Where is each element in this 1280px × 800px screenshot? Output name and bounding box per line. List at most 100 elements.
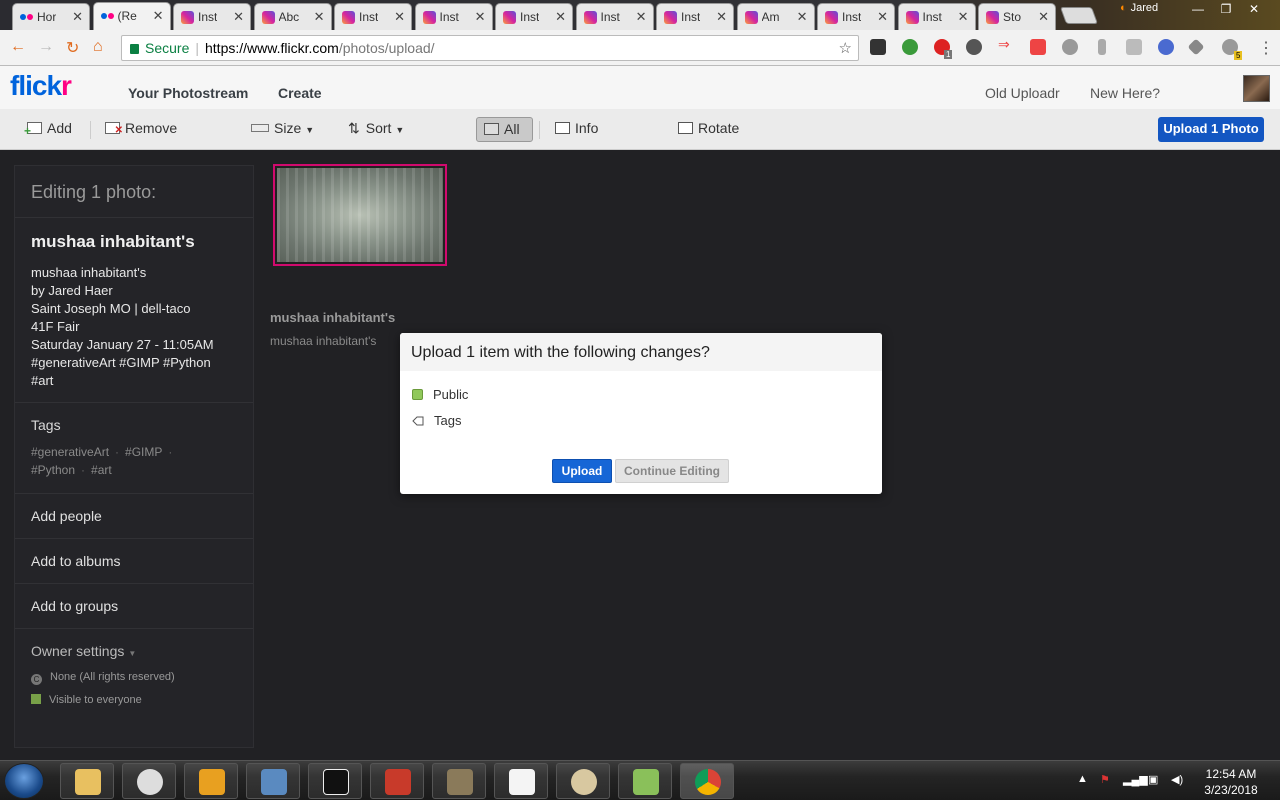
close-tab-icon[interactable]: ✕ (555, 9, 566, 25)
tags-section[interactable]: Tags #generativeArt · #GIMP · #Python · #art (15, 403, 253, 494)
extension-dark-icon[interactable] (870, 39, 886, 55)
chrome-menu-icon[interactable]: ⋮ (1258, 38, 1274, 58)
close-tab-icon[interactable]: ✕ (153, 8, 164, 24)
show-hidden-icons[interactable]: ▲ (1077, 773, 1088, 785)
browser-tab[interactable]: Inst ✕ (334, 3, 412, 30)
browser-tab[interactable]: Sto ✕ (978, 3, 1056, 30)
back-arrow-icon[interactable]: ← (10, 38, 26, 56)
select-all-button[interactable]: All (476, 117, 533, 142)
continue-editing-button[interactable]: Continue Editing (615, 459, 729, 483)
new-tab-button[interactable] (1059, 7, 1099, 24)
add-button[interactable]: + Add (24, 120, 72, 137)
extension-globe-icon[interactable] (1158, 39, 1174, 55)
close-tab-icon[interactable]: ✕ (958, 9, 969, 25)
browser-tab[interactable]: Inst ✕ (495, 3, 573, 30)
nav-create[interactable]: Create (278, 85, 322, 101)
browser-tab[interactable]: Inst ✕ (656, 3, 734, 30)
photo-tile-selected[interactable] (273, 164, 447, 266)
license-setting[interactable]: C None (All rights reserved) (31, 671, 237, 685)
nav-your-photostream[interactable]: Your Photostream (128, 85, 248, 101)
info-button[interactable]: Info (555, 120, 598, 136)
browser-tab[interactable]: (Re ✕ (92, 2, 171, 30)
taskbar-chrome[interactable] (680, 763, 734, 799)
microphone-icon[interactable] (1098, 39, 1106, 55)
photo-title-field[interactable]: mushaa inhabitant's (31, 232, 237, 252)
taskbar-file-explorer[interactable] (60, 763, 114, 799)
forward-arrow-icon[interactable]: → (38, 38, 54, 56)
extension-screen-icon[interactable] (1126, 39, 1142, 55)
taskbar-app-truck[interactable] (370, 763, 424, 799)
remove-button[interactable]: ✕ Remove (105, 120, 177, 136)
close-tab-icon[interactable]: ✕ (716, 9, 727, 25)
photo-details[interactable]: mushaa inhabitant's mushaa inhabitant's … (15, 218, 253, 403)
tag-item[interactable]: #generativeArt (31, 445, 109, 459)
close-window-button[interactable]: ✕ (1240, 0, 1268, 20)
close-tab-icon[interactable]: ✕ (394, 9, 405, 25)
owner-settings[interactable]: Owner settings ▼ C None (All rights reserv… (15, 629, 253, 729)
flickr-logo[interactable]: flickr (10, 70, 72, 102)
taskbar-app-terminal[interactable] (308, 763, 362, 799)
tag-item[interactable]: #GIMP (125, 445, 162, 459)
bookmark-star-icon[interactable]: ☆ (839, 39, 852, 57)
taskbar-ipython[interactable] (494, 763, 548, 799)
system-clock[interactable]: 12:54 AM 3/23/2018 (1200, 766, 1262, 798)
extension-search-icon[interactable] (966, 39, 982, 55)
extension-s-icon[interactable] (1030, 39, 1046, 55)
close-tab-icon[interactable]: ✕ (72, 9, 83, 25)
browser-tab[interactable]: Inst ✕ (575, 3, 654, 30)
taskbar-notepadpp[interactable] (618, 763, 672, 799)
add-to-groups-link[interactable]: Add to groups (15, 584, 253, 629)
volume-icon[interactable]: ◀) (1171, 773, 1183, 786)
browser-tab[interactable]: Inst ✕ (173, 3, 251, 30)
browser-tab[interactable]: Hor ✕ (12, 3, 90, 30)
power-icon[interactable]: ▣ (1148, 773, 1158, 786)
avatar[interactable] (1243, 75, 1270, 102)
rotate-button[interactable]: Rotate (678, 120, 739, 136)
minimize-window-button[interactable]: — (1184, 0, 1212, 20)
action-center-flag-icon[interactable]: ⚑ (1100, 773, 1110, 786)
close-tab-icon[interactable]: ✕ (797, 9, 808, 25)
photo-tile-description[interactable]: mushaa inhabitant's (270, 334, 376, 348)
photo-tile-title[interactable]: mushaa inhabitant's (270, 310, 395, 325)
add-people-link[interactable]: Add people (15, 494, 253, 539)
close-tab-icon[interactable]: ✕ (233, 9, 244, 25)
confirm-upload-button[interactable]: Upload (552, 459, 612, 483)
browser-tab[interactable]: Am ✕ (736, 3, 815, 30)
restore-window-button[interactable]: ❐ (1212, 0, 1240, 20)
nav-new-here[interactable]: New Here? (1090, 85, 1160, 101)
signal-icon[interactable]: ▂▄▆ (1123, 773, 1148, 786)
extension-green-icon[interactable] (902, 39, 918, 55)
browser-tab[interactable]: Inst ✕ (897, 3, 976, 30)
photo-description-field[interactable]: mushaa inhabitant's by Jared Haer Saint … (31, 264, 237, 390)
close-tab-icon[interactable]: ✕ (877, 9, 888, 25)
profile-chip[interactable]: ◐ Jared (1120, 2, 1158, 14)
extension-arrow-icon[interactable]: ⇒ (998, 36, 1014, 52)
photo-thumbnail[interactable] (277, 168, 443, 262)
size-dropdown[interactable]: Size ▼ (251, 120, 314, 136)
reload-icon[interactable]: ↻ (66, 38, 79, 58)
taskbar-paint[interactable] (556, 763, 610, 799)
close-tab-icon[interactable]: ✕ (636, 9, 647, 25)
extension-grey-icon[interactable] (1062, 39, 1078, 55)
address-bar[interactable]: Secure | https://www.flickr.com/photos/upl… (121, 35, 859, 61)
taskbar-app-tree[interactable] (122, 763, 176, 799)
taskbar-gimp[interactable] (432, 763, 486, 799)
tag-item[interactable]: #Python (31, 463, 75, 477)
visibility-setting[interactable]: Visible to everyone (31, 694, 237, 706)
taskbar-app-network[interactable] (246, 763, 300, 799)
close-tab-icon[interactable]: ✕ (314, 9, 325, 25)
close-tab-icon[interactable]: ✕ (475, 9, 486, 25)
browser-tab[interactable]: Abc ✕ (253, 3, 332, 30)
start-button[interactable] (4, 763, 44, 799)
browser-tab[interactable]: Inst ✕ (817, 3, 895, 30)
browser-tab[interactable]: Inst ✕ (414, 3, 493, 30)
tag-item[interactable]: #art (91, 463, 112, 477)
taskbar-app-lightning[interactable] (184, 763, 238, 799)
nav-old-uploadr[interactable]: Old Uploadr (985, 85, 1060, 101)
sort-dropdown[interactable]: ⇅ Sort ▼ (348, 120, 404, 137)
add-to-albums-link[interactable]: Add to albums (15, 539, 253, 584)
upload-photos-button[interactable]: Upload 1 Photo (1158, 117, 1264, 142)
close-tab-icon[interactable]: ✕ (1038, 9, 1049, 25)
home-icon[interactable]: ⌂ (93, 38, 103, 56)
drive-icon[interactable] (1187, 38, 1205, 56)
